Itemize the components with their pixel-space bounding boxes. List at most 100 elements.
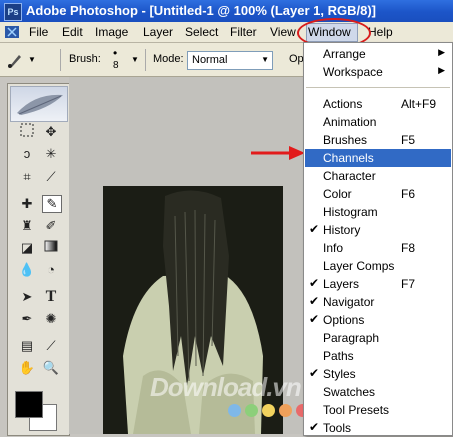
menu-item-label: Layers — [323, 277, 360, 291]
brush-tool-icon[interactable]: ✎ — [42, 195, 62, 213]
mode-select[interactable]: Normal ▼ — [187, 51, 273, 70]
menu-bar: File Edit Image Layer Select Filter View… — [0, 18, 453, 48]
notes-tool-icon[interactable]: ▤ — [17, 337, 37, 355]
menu-item-shortcut: F6 — [401, 187, 416, 201]
menu-item-label: Histogram — [323, 205, 378, 219]
window-menu-item-layer-comps[interactable]: Layer Comps — [305, 257, 451, 275]
menu-item-label: Tool Presets — [323, 403, 390, 417]
lasso-tool-icon[interactable]: ↄ — [17, 145, 37, 163]
pen-tool-icon[interactable]: ✒ — [17, 310, 37, 328]
watermark-text: Download.vn — [150, 372, 302, 402]
magic-wand-tool-icon[interactable]: ✳ — [41, 145, 61, 163]
window-menu-item-brushes[interactable]: Brushes F5 — [305, 131, 451, 149]
menu-item-label: Character — [323, 169, 376, 183]
window-menu-item-tool-presets[interactable]: Tool Presets — [305, 401, 451, 419]
window-menu-item-color[interactable]: Color F6 — [305, 185, 451, 203]
menu-item-label: Actions — [323, 97, 363, 111]
menu-item-label: Animation — [323, 115, 377, 129]
window-menu-item-info[interactable]: Info F8 — [305, 239, 451, 257]
window-menu-item-tools[interactable]: ✔ Tools — [305, 419, 451, 437]
window-menu-item-channels[interactable]: Channels — [305, 149, 451, 167]
window-menu-item-histogram[interactable]: Histogram — [305, 203, 451, 221]
menu-help[interactable]: Help — [368, 25, 393, 39]
menu-item-label: Info — [323, 241, 344, 255]
menu-filter[interactable]: Filter — [230, 25, 257, 39]
menu-layer[interactable]: Layer — [143, 25, 173, 39]
foreground-color-swatch[interactable] — [15, 391, 43, 418]
window-menu-item-swatches[interactable]: Swatches — [305, 383, 451, 401]
window-menu-item-character[interactable]: Character — [305, 167, 451, 185]
divider — [145, 49, 146, 71]
brush-tip-dot-icon: • — [113, 46, 118, 60]
move-tool-icon[interactable]: ✥ — [41, 123, 61, 141]
history-brush-tool-icon[interactable]: ✐ — [41, 217, 61, 235]
title-bar: Ps Adobe Photoshop - [Untitled-1 @ 100% … — [0, 0, 453, 22]
marquee-tool-icon[interactable] — [17, 123, 37, 141]
menu-item-label: Workspace — [323, 65, 383, 79]
photoshop-menu-icon[interactable] — [4, 25, 20, 39]
custom-shape-tool-icon[interactable]: ✺ — [41, 310, 61, 328]
menu-item-label: Paths — [323, 349, 354, 363]
menu-separator — [306, 87, 450, 88]
window-title: Adobe Photoshop - [Untitled-1 @ 100% (La… — [26, 3, 376, 18]
menu-item-shortcut: F8 — [401, 241, 416, 255]
brush-tool-preset-icon[interactable] — [6, 50, 26, 70]
menu-edit[interactable]: Edit — [62, 25, 83, 39]
menu-select[interactable]: Select — [185, 25, 218, 39]
menu-file[interactable]: File — [29, 25, 48, 39]
watermark-dot — [245, 404, 258, 417]
dodge-tool-icon[interactable]: ◔ — [41, 261, 61, 279]
window-menu-dropdown: Arrange ▶ Workspace ▶ Actions Alt+F9 Animation… — [303, 42, 453, 436]
window-menu-item-styles[interactable]: ✔ Styles — [305, 365, 451, 383]
menu-item-label: Color — [323, 187, 352, 201]
feather-logo[interactable] — [10, 86, 68, 122]
menu-item-label: Arrange — [323, 47, 366, 61]
path-selection-tool-icon[interactable]: ➤ — [17, 288, 37, 306]
healing-brush-tool-icon[interactable]: ✚ — [17, 195, 37, 213]
eraser-tool-icon[interactable]: ◪ — [17, 239, 37, 257]
menu-item-label: History — [323, 223, 361, 237]
watermark-dot — [279, 404, 292, 417]
window-menu-item-options[interactable]: ✔ Options — [305, 311, 451, 329]
brush-size-value[interactable]: 8 — [113, 60, 119, 71]
brush-picker-arrow[interactable]: ▼ — [131, 55, 139, 64]
annotation-arrow-icon — [251, 144, 306, 162]
menu-item-label: Paragraph — [323, 331, 380, 345]
submenu-arrow-icon: ▶ — [438, 47, 445, 57]
window-menu-item-arrange[interactable]: Arrange ▶ — [305, 45, 451, 63]
window-menu-item-animation[interactable]: Animation — [305, 113, 451, 131]
clone-stamp-tool-icon[interactable]: ♜ — [17, 217, 37, 235]
photoshop-app-icon: Ps — [4, 3, 22, 21]
mode-label: Mode: — [153, 53, 184, 65]
checkmark-icon: ✔ — [309, 294, 320, 308]
window-menu-item-paths[interactable]: Paths — [305, 347, 451, 365]
window-menu-item-actions[interactable]: Actions Alt+F9 — [305, 95, 451, 113]
watermark-dot — [262, 404, 275, 417]
menu-item-shortcut: F7 — [401, 277, 416, 291]
opacity-label: Op — [289, 53, 304, 65]
window-menu-item-workspace[interactable]: Workspace ▶ — [305, 63, 451, 81]
checkmark-icon: ✔ — [309, 420, 320, 434]
menu-item-label: Layer Comps — [323, 259, 395, 273]
window-menu-item-navigator[interactable]: ✔ Navigator — [305, 293, 451, 311]
checkmark-icon: ✔ — [309, 312, 320, 326]
menu-image[interactable]: Image — [95, 25, 128, 39]
window-menu-item-layers[interactable]: ✔ Layers F7 — [305, 275, 451, 293]
window-menu-item-paragraph[interactable]: Paragraph — [305, 329, 451, 347]
hand-tool-icon[interactable]: ✋ — [17, 359, 37, 377]
gradient-tool-icon[interactable] — [41, 239, 61, 257]
tool-preset-dropdown-arrow[interactable]: ▼ — [28, 55, 36, 64]
window-menu-item-history[interactable]: ✔ History — [305, 221, 451, 239]
menu-item-label: Styles — [323, 367, 356, 381]
blur-tool-icon[interactable]: 💧 — [17, 261, 37, 279]
crop-tool-icon[interactable]: ⌗ — [17, 168, 37, 186]
checkmark-icon: ✔ — [309, 366, 320, 380]
slice-tool-icon[interactable]: ⟋ — [41, 168, 61, 186]
checkmark-icon: ✔ — [309, 276, 320, 290]
eyedropper-tool-icon[interactable]: ⟋ — [41, 337, 61, 355]
mode-value: Normal — [192, 54, 228, 66]
zoom-tool-icon[interactable]: 🔍 — [41, 359, 61, 377]
menu-view[interactable]: View — [270, 25, 296, 39]
type-tool-icon[interactable]: T — [41, 288, 61, 306]
menu-item-label: Swatches — [323, 385, 376, 399]
